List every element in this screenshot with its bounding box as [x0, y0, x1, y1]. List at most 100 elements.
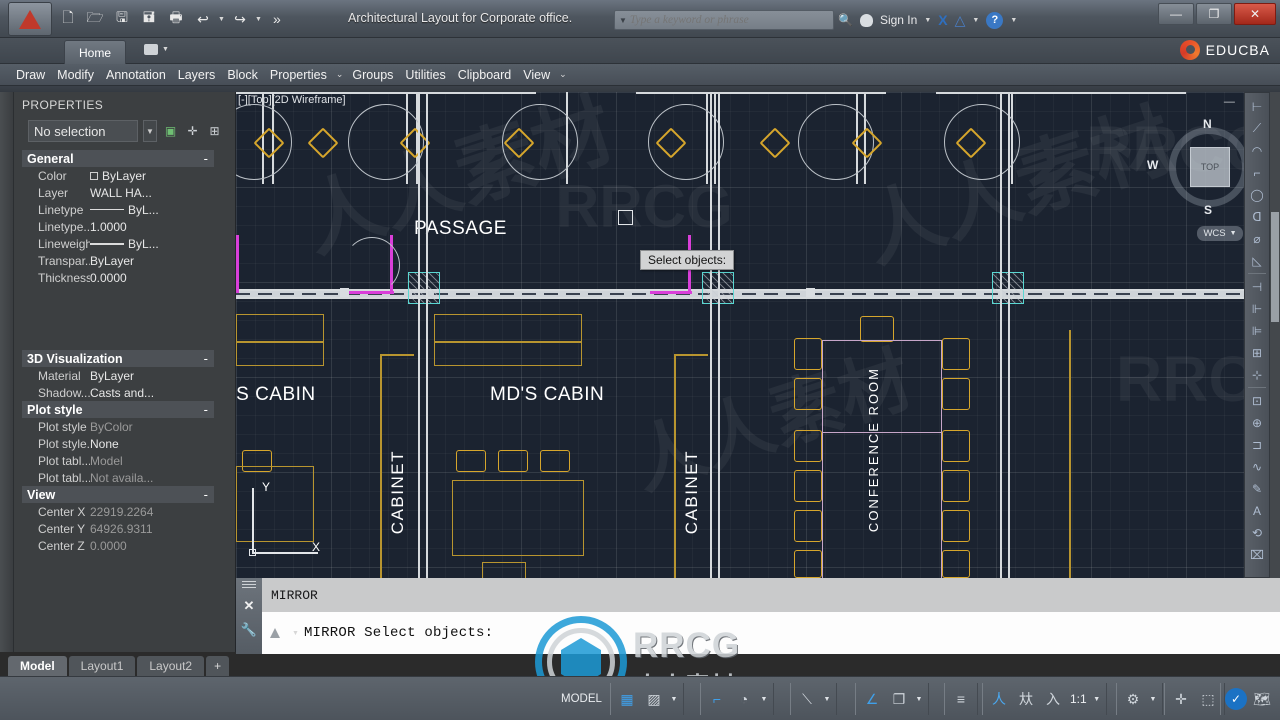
annotation-scale-value[interactable]: 1:1	[1068, 692, 1089, 706]
help-icon[interactable]: ?	[986, 11, 1004, 29]
ucs-dropdown-caret[interactable]: ▼	[914, 696, 924, 703]
continue-dimension-icon[interactable]: ⊫	[1246, 320, 1268, 341]
prop-row-shadow[interactable]: Shadow... Casts and...	[22, 384, 214, 401]
workspace-gear-icon[interactable]: ⚙	[1121, 687, 1145, 711]
panel-view[interactable]: View	[517, 68, 556, 82]
jogged-dimension-icon[interactable]: ᗡ	[1246, 206, 1268, 227]
wcs-dropdown[interactable]: WCS ▼	[1197, 226, 1243, 241]
center-mark-icon[interactable]: ⊕	[1246, 412, 1268, 433]
palette-title-strip[interactable]	[0, 92, 14, 652]
linear-dimension-icon[interactable]: ⊢	[1246, 96, 1268, 117]
viewport-config-icon[interactable]	[144, 44, 158, 55]
ucs-icon[interactable]: ❐	[887, 687, 911, 711]
tab-layout2[interactable]: Layout2	[137, 656, 205, 676]
workspace-caret[interactable]: ▼	[1148, 696, 1158, 703]
autodesk-360-icon[interactable]: △	[955, 12, 966, 29]
customization-icon[interactable]: 🗺	[1250, 687, 1274, 711]
prop-row-center-z[interactable]: Center Z 0.0000	[22, 537, 214, 554]
selected-wall-horizontal[interactable]	[650, 291, 692, 294]
panel-clipboard[interactable]: Clipboard	[452, 68, 518, 82]
help-caret[interactable]: ▼	[1010, 17, 1017, 24]
close-button[interactable]: ✕	[1234, 3, 1276, 25]
application-menu-button[interactable]	[8, 2, 52, 36]
command-settings-wrench-icon[interactable]: 🔧	[241, 622, 257, 638]
view-cube-west-label[interactable]: W	[1147, 158, 1158, 172]
view-cube-top-face[interactable]: TOP	[1190, 147, 1230, 187]
plot-icon[interactable]: 🖶	[164, 7, 188, 31]
canvas-vertical-scrollbar[interactable]	[1270, 92, 1280, 578]
model-space-button[interactable]: MODEL	[553, 687, 610, 711]
drawing-canvas[interactable]: 人人素材 人人素材 人人素材 RRCG RRCG RRCG [-][Top][2…	[236, 92, 1280, 578]
minimize-button[interactable]: —	[1158, 3, 1194, 25]
panel-properties-expand-icon[interactable]: ⌄	[333, 69, 347, 80]
panel-draw[interactable]: Draw	[10, 68, 51, 82]
view-cube-north-label[interactable]: N	[1203, 117, 1212, 131]
annotation-scale-caret[interactable]: ▼	[1092, 696, 1102, 703]
annotation-monitor-icon[interactable]: 入	[1041, 687, 1065, 711]
tolerance-icon[interactable]: ⊡	[1246, 390, 1268, 411]
jogged-linear-icon[interactable]: ∿	[1246, 456, 1268, 477]
scrollbar-thumb[interactable]	[1271, 212, 1279, 322]
prop-value-color[interactable]: ByLayer	[90, 169, 214, 183]
redo-icon[interactable]: ↪	[228, 7, 252, 31]
object-snap-tracking-icon[interactable]: ∠	[860, 687, 884, 711]
group-header-general[interactable]: General -	[22, 150, 214, 167]
ordinate-dimension-icon[interactable]: ⌐	[1246, 162, 1268, 183]
snap-mode-icon[interactable]: ▨	[642, 687, 666, 711]
command-prompt-caret-icon[interactable]: ▼	[292, 630, 299, 637]
dimension-update-icon[interactable]: ⟲	[1246, 522, 1268, 543]
add-layout-button[interactable]: +	[206, 656, 230, 676]
ortho-mode-icon[interactable]: ⌐	[705, 687, 729, 711]
redo-dropdown-caret[interactable]: ▼	[255, 16, 262, 23]
search-input[interactable]	[629, 14, 829, 26]
view-cube-south-label[interactable]: S	[1204, 203, 1212, 217]
group-collapse-plot-style[interactable]: -	[204, 402, 208, 417]
arc-length-dimension-icon[interactable]: ◠	[1246, 140, 1268, 161]
undo-dropdown-caret[interactable]: ▼	[218, 16, 225, 23]
save-icon[interactable]: 🖫	[110, 7, 134, 31]
panel-annotation[interactable]: Annotation	[100, 68, 172, 82]
prop-row-plot-style-name[interactable]: Plot style... None	[22, 435, 214, 452]
tab-home[interactable]: Home	[64, 40, 126, 64]
open-icon[interactable]: 🗁	[83, 7, 107, 31]
undo-icon[interactable]: ↩	[191, 7, 215, 31]
prop-row-center-x[interactable]: Center X 22919.2264	[22, 503, 214, 520]
radius-dimension-icon[interactable]: ◯	[1246, 184, 1268, 205]
command-drag-handle[interactable]	[242, 581, 256, 590]
prop-row-plot-table-type[interactable]: Plot tabl... Not availa...	[22, 469, 214, 486]
command-input-row[interactable]: ▼ MIRROR Select objects:	[262, 612, 1280, 654]
panel-groups[interactable]: Groups	[346, 68, 399, 82]
angular-dimension-icon[interactable]: ◺	[1246, 250, 1268, 271]
panel-block[interactable]: Block	[221, 68, 264, 82]
polar-dropdown-caret[interactable]: ▼	[759, 696, 769, 703]
prop-row-center-y[interactable]: Center Y 64926.9311	[22, 520, 214, 537]
prop-row-color[interactable]: Color ByLayer	[22, 167, 214, 184]
annotation-visibility-icon[interactable]: ≡	[949, 687, 973, 711]
edit-dimension-icon[interactable]: ✎	[1246, 478, 1268, 499]
sign-in-label[interactable]: Sign In	[880, 13, 917, 27]
prop-value-linetype[interactable]: ByL...	[90, 203, 214, 217]
snap-dropdown-caret[interactable]: ▼	[669, 696, 679, 703]
prop-row-material[interactable]: Material ByLayer	[22, 367, 214, 384]
quick-select-icon[interactable]: ▣	[162, 123, 179, 140]
tab-model[interactable]: Model	[8, 656, 67, 676]
new-icon[interactable]: 🗋	[56, 7, 80, 31]
column-hatch[interactable]	[408, 272, 440, 304]
save-as-icon[interactable]: 🖬	[137, 7, 161, 31]
select-objects-icon[interactable]: ✛	[184, 123, 201, 140]
panel-view-expand-icon[interactable]: ⌄	[556, 69, 570, 80]
view-cube[interactable]: TOP N S W E	[1147, 117, 1271, 217]
clean-screen-icon[interactable]: ✓	[1225, 688, 1247, 710]
search-dropdown-caret[interactable]: ▼	[619, 16, 627, 25]
baseline-dimension-icon[interactable]: ⊩	[1246, 298, 1268, 319]
maximize-button[interactable]: ❐	[1196, 3, 1232, 25]
sign-in-caret[interactable]: ▼	[924, 17, 931, 24]
panel-modify[interactable]: Modify	[51, 68, 100, 82]
dimension-toolbar[interactable]: ⊢ ⟋ ◠ ⌐ ◯ ᗡ ⌀ ◺ ⊣ ⊩ ⊫ ⊞ ⊹ ⊡ ⊕ ⊐ ∿ ✎ A ⟲ …	[1244, 92, 1270, 578]
isolate-objects-icon[interactable]: ⬚	[1196, 687, 1220, 711]
inspection-dimension-icon[interactable]: ⊐	[1246, 434, 1268, 455]
grid-display-icon[interactable]: ▦	[615, 687, 639, 711]
annotation-autoscale-icon[interactable]: 夶	[1014, 687, 1038, 711]
group-header-plot-style[interactable]: Plot style -	[22, 401, 214, 418]
aligned-dimension-icon[interactable]: ⟋	[1246, 118, 1268, 139]
